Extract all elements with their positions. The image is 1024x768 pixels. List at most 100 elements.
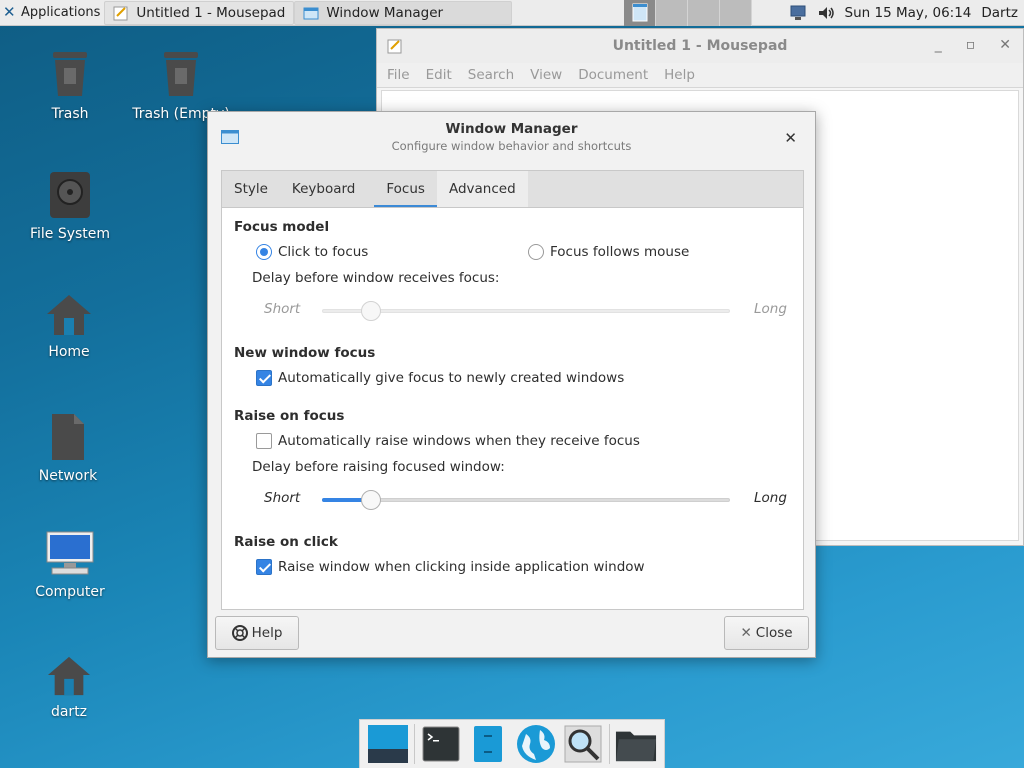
click-to-focus-radio[interactable]: Click to focus [256,244,368,260]
help-button[interactable]: Help [215,616,299,650]
volume-icon[interactable] [817,5,835,21]
window-manager-icon [303,7,319,19]
focus-delay-slider[interactable] [322,301,730,321]
raise-delay-label: Delay before raising focused window: [252,459,505,475]
tab-focus[interactable]: Focus [374,171,437,208]
home-label: Home [48,344,90,360]
user-home-icon [47,656,91,696]
raise-on-focus-checkbox[interactable]: Automatically raise windows when they re… [256,433,640,449]
dock-folder[interactable] [615,723,657,765]
clock[interactable]: Sun 15 May, 06:14 [845,5,972,21]
menu-edit[interactable]: Edit [426,67,452,83]
dialog-title: Window Manager [445,121,578,137]
task-mousepad[interactable]: Untitled 1 - Mousepad [104,0,295,25]
dock [359,719,665,768]
tab-keyboard[interactable]: Keyboard [280,171,374,208]
raise-on-focus-label: Automatically raise windows when they re… [278,433,640,449]
task-window-manager-label: Window Manager [326,4,444,21]
focus-delay-knob[interactable] [361,301,381,321]
dock-terminal[interactable] [420,723,462,765]
trash-icon [53,52,87,96]
new-window-focus-checkbox[interactable]: Automatically give focus to newly create… [256,370,624,386]
focus-delay-label: Delay before window receives focus: [252,270,500,286]
menu-view[interactable]: View [530,67,562,83]
applications-label: Applications [21,5,101,20]
workspace-4[interactable] [720,0,753,26]
top-panel: ✕ Applications Untitled 1 - Mousepad Win… [0,0,1024,26]
maximize-icon[interactable]: ▫ [966,37,976,53]
raise-delay-long-label: Long [754,490,787,506]
dialog-close-icon[interactable]: ✕ [784,129,797,147]
tab-advanced[interactable]: Advanced [436,171,528,208]
dock-file-manager[interactable] [467,723,509,765]
close-button[interactable]: ✕ Close [724,616,809,650]
dartz-label: dartz [50,704,88,720]
mousepad-window-icon [387,39,402,54]
desktop-icon-file-system[interactable]: File System [15,170,125,242]
mousepad-titlebar[interactable]: Untitled 1 - Mousepad _ ▫ ✕ [377,29,1023,63]
trash-label: Trash [51,106,89,122]
window-manager-dialog-icon [221,130,239,144]
user-menu[interactable]: Dartz [981,5,1018,21]
mousepad-icon [113,6,128,20]
close-button-label: Close [755,625,793,641]
raise-delay-slider[interactable] [322,490,730,510]
mousepad-title: Untitled 1 - Mousepad [612,38,788,54]
focus-delay-trough [322,309,730,313]
network-label: Network [38,468,98,484]
help-icon [231,625,248,641]
desktop-icon-home[interactable]: Home [14,292,124,360]
click-to-focus-label: Click to focus [278,244,369,260]
network-folder-icon [52,414,84,460]
dialog-titlebar[interactable]: Window Manager Configure window behavior… [208,112,815,162]
computer-label: Computer [35,584,105,600]
raise-delay-knob[interactable] [361,490,381,510]
xfce-logo-icon: ✕ [3,3,16,21]
workspace-2[interactable] [656,0,689,26]
dock-web-browser[interactable] [515,723,557,765]
dock-app-finder[interactable] [562,723,604,765]
desktop-icon-computer[interactable]: Computer [15,530,125,600]
network-icon[interactable] [789,5,807,21]
dialog-subtitle: Configure window behavior and shortcuts [391,139,632,153]
raise-on-click-label: Raise window when clicking inside applic… [278,559,645,575]
menu-help[interactable]: Help [664,67,695,83]
minimize-icon[interactable]: _ [935,37,942,53]
applications-menu[interactable]: ✕ Applications [0,0,104,26]
workspace-window-icon [632,3,648,21]
raise-on-click-check-indicator [256,559,272,575]
trash-empty-icon [164,52,198,96]
task-mousepad-label: Untitled 1 - Mousepad [136,4,286,21]
desktop-icon-network[interactable]: Network [13,412,123,484]
tab-style[interactable]: Style [222,171,280,208]
new-window-focus-label: Automatically give focus to newly create… [278,370,625,386]
dock-separator-2 [609,724,611,764]
close-button-icon: ✕ [740,625,752,641]
desktop-icon-trash[interactable]: Trash [15,48,125,122]
click-to-focus-radio-indicator [256,244,272,260]
window-manager-dialog: Window Manager Configure window behavior… [207,111,816,658]
raise-on-focus-heading: Raise on focus [234,408,345,424]
terminal-icon [422,726,460,762]
dock-show-desktop[interactable] [367,723,409,765]
workspace-3[interactable] [688,0,721,26]
focus-panel: Focus model Click to focus Focus follows… [221,207,804,610]
raise-on-click-heading: Raise on click [234,534,338,550]
raise-on-click-checkbox[interactable]: Raise window when clicking inside applic… [256,559,645,575]
workspace-1[interactable] [624,0,657,26]
focus-follows-mouse-radio[interactable]: Focus follows mouse [528,244,689,260]
new-window-focus-heading: New window focus [234,345,376,361]
menu-document[interactable]: Document [578,67,648,83]
focus-follows-mouse-label: Focus follows mouse [550,244,690,260]
globe-icon [516,725,555,763]
menu-search[interactable]: Search [468,67,514,83]
settings-notebook: Style Keyboard Focus Advanced Focus mode… [221,170,804,610]
close-icon[interactable]: ✕ [999,37,1011,53]
task-window-manager[interactable]: Window Manager [294,0,513,25]
focus-delay-short-label: Short [264,301,301,317]
raise-on-focus-check-indicator [256,433,272,449]
menu-file[interactable]: File [387,67,410,83]
home-icon [47,295,91,335]
desktop-icon-dartz[interactable]: dartz [14,654,124,720]
system-tray: Sun 15 May, 06:14 Dartz [789,5,1024,21]
